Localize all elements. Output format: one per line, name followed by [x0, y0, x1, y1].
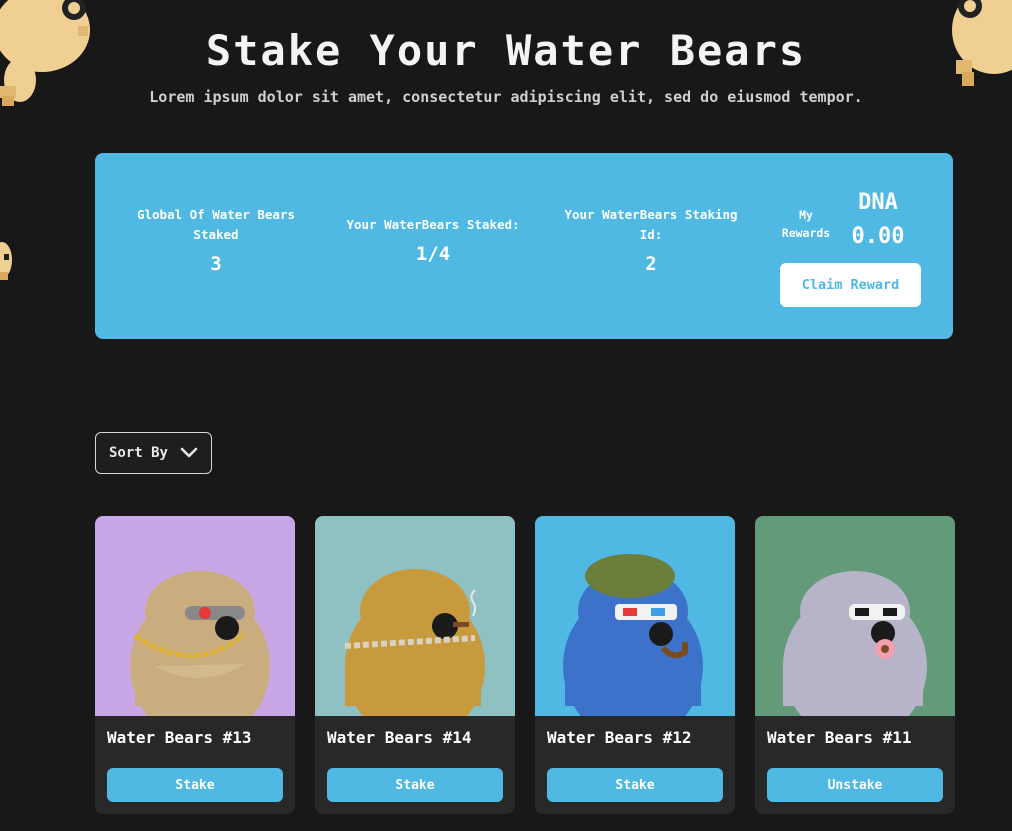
chevron-down-icon [180, 447, 198, 458]
stake-page: Stake Your Water Bears Lorem ipsum dolor… [0, 0, 1012, 831]
page-subtitle: Lorem ipsum dolor sit amet, consectetur … [149, 88, 863, 106]
your-staked-label: Your WaterBears Staked: [346, 217, 520, 232]
staking-id-value: 2 [645, 253, 657, 275]
page-title: Stake Your Water Bears [205, 26, 807, 75]
tardigrade-decoration-left-icon [0, 242, 12, 280]
card-title: Water Bears #11 [767, 728, 912, 747]
nft-card: Water Bears #14 Stake [315, 516, 515, 814]
staking-stats-panel: Global Of Water Bears Staked 3 Your Wate… [95, 153, 953, 339]
global-staked-value: 3 [210, 253, 222, 275]
global-staked-stat: Global Of Water Bears Staked 3 [131, 205, 301, 275]
nft-card: Water Bears #12 Stake [535, 516, 735, 814]
nft-card: Water Bears #13 Stake [95, 516, 295, 814]
water-bear-12-image [535, 516, 735, 716]
card-title: Water Bears #13 [107, 728, 252, 747]
stake-button[interactable]: Stake [107, 768, 283, 802]
your-staked-stat: Your WaterBears Staked: 1/4 [343, 215, 523, 265]
stake-button[interactable]: Stake [547, 768, 723, 802]
water-bear-11-image [755, 516, 955, 716]
staking-id-stat: Your WaterBears Staking Id: 2 [561, 205, 741, 275]
dna-reward-value: 0.00 [851, 224, 905, 249]
your-staked-value: 1/4 [415, 243, 451, 265]
stake-button[interactable]: Stake [327, 768, 503, 802]
water-bear-14-image [315, 516, 515, 716]
card-title: Water Bears #12 [547, 728, 692, 747]
card-title: Water Bears #14 [327, 728, 472, 747]
staking-id-label: Your WaterBears Staking Id: [564, 207, 738, 242]
sort-by-label: Sort By [108, 445, 168, 461]
sort-by-dropdown[interactable]: Sort By [95, 432, 212, 474]
dna-token-label: DNA [858, 190, 898, 215]
water-bear-13-image [95, 516, 295, 716]
my-rewards-label: My Rewards [781, 208, 831, 240]
claim-reward-button[interactable]: Claim Reward [780, 263, 921, 307]
nft-card: Water Bears #11 Unstake [755, 516, 955, 814]
unstake-button[interactable]: Unstake [767, 768, 943, 802]
global-staked-label: Global Of Water Bears Staked [136, 207, 296, 242]
